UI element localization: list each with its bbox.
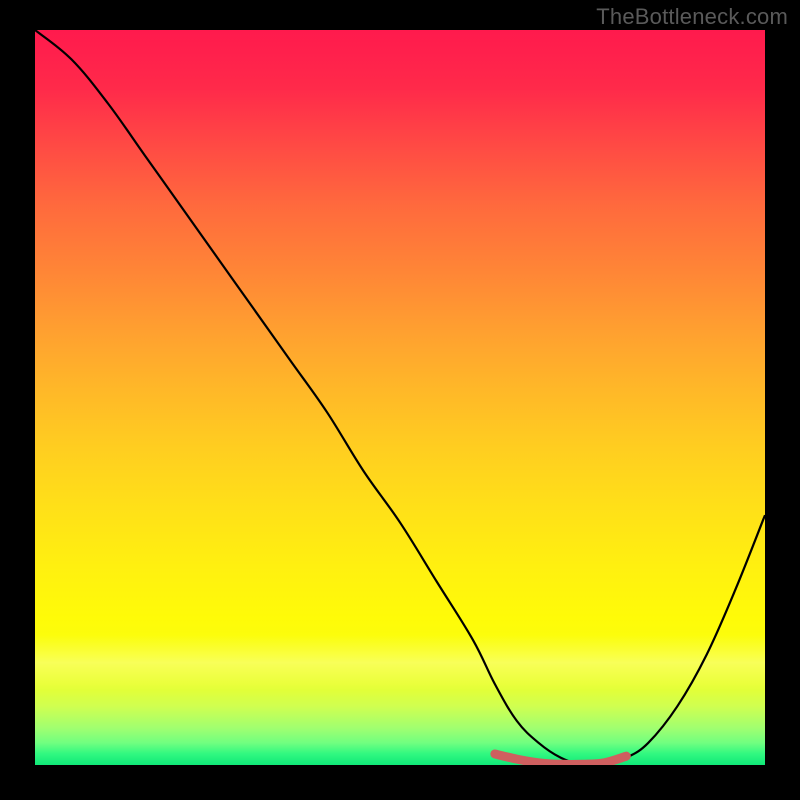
chart-frame: TheBottleneck.com — [0, 0, 800, 800]
watermark-text: TheBottleneck.com — [596, 4, 788, 30]
plot-area — [35, 30, 765, 765]
heat-gradient-background — [35, 30, 765, 765]
